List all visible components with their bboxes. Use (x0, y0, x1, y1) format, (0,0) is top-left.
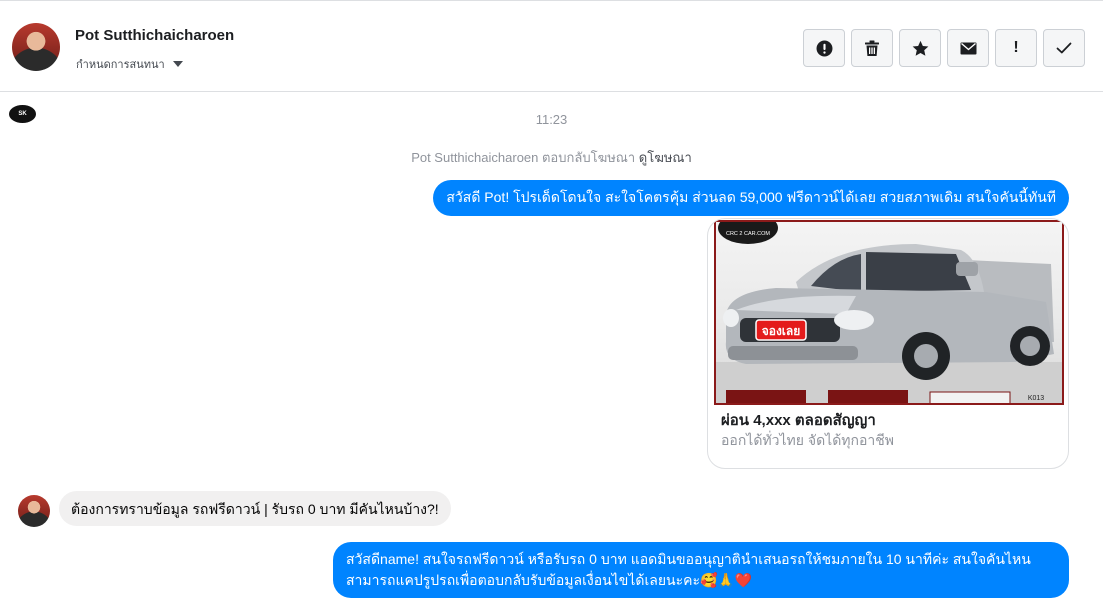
outgoing-message[interactable]: สวัสดี Pot! โปรเด็ดโดนใจ สะใจโคตรคุ้ม ส่… (433, 180, 1069, 216)
ad-car-image[interactable]: CRC 2 CAR.COM จองเลย K013 (714, 220, 1064, 405)
ad-preview-card[interactable]: CRC 2 CAR.COM จองเลย K013 ผ่อน 4,xxx ตลอ… (707, 218, 1069, 469)
contact-avatar[interactable] (12, 23, 60, 71)
mark-spam-button[interactable] (803, 29, 845, 67)
conversation-header: Pot Sutthichaicharoen กำหนดการสนทนา ! (0, 1, 1103, 92)
conversation-label-dropdown[interactable]: กำหนดการสนทนา (76, 55, 183, 73)
ad-subtitle: ออกได้ทั่วไทย จัดได้ทุกอาชีพ (721, 432, 895, 448)
check-icon (1056, 42, 1072, 54)
alert-circle-icon (816, 40, 832, 56)
conversation-toolbar: ! (803, 29, 1085, 67)
envelope-icon (960, 42, 976, 54)
star-icon (912, 40, 928, 56)
view-ad-link[interactable]: ดูโฆษณา (639, 150, 692, 165)
incoming-message[interactable]: ต้องการทราบข้อมูล รถฟรีดาวน์ | รับรถ 0 บ… (59, 491, 451, 526)
message-thread[interactable]: SK 11:23 Pot Sutthichaicharoen ตอบกลับโฆ… (0, 93, 1103, 604)
ad-title[interactable]: ผ่อน 4,xxx ตลอดสัญญา (721, 408, 876, 432)
ad-logo-text: CRC 2 CAR.COM (726, 231, 770, 237)
outgoing-message[interactable]: สวัสดีname! สนใจรถฟรีดาวน์ หรือรับรถ 0 บ… (333, 542, 1069, 598)
follow-up-button[interactable]: ! (995, 29, 1037, 67)
pickup-truck-illustration: CRC 2 CAR.COM จองเลย K013 (716, 222, 1062, 403)
conversation-label-text: กำหนดการสนทนา (76, 59, 165, 71)
mark-done-button[interactable] (1043, 29, 1085, 67)
message-timestamp: 11:23 (535, 112, 568, 127)
star-button[interactable] (899, 29, 941, 67)
caret-down-icon (172, 61, 183, 67)
mark-unread-button[interactable] (947, 29, 989, 67)
trash-icon (865, 40, 879, 56)
ad-badge-text: จองเลย (762, 324, 801, 338)
exclamation-icon: ! (1013, 39, 1019, 56)
contact-name[interactable]: Pot Sutthichaicharoen (75, 27, 234, 44)
contact-avatar-small[interactable] (18, 495, 50, 527)
ad-plate-code: K013 (1028, 395, 1044, 402)
delete-button[interactable] (851, 29, 893, 67)
inbox-conversation-view: Pot Sutthichaicharoen กำหนดการสนทนา ! SK… (0, 0, 1103, 604)
ad-reply-note: Pot Sutthichaicharoen ตอบกลับโฆษณา ดูโฆษ… (0, 147, 1103, 168)
ad-reply-text: Pot Sutthichaicharoen ตอบกลับโฆษณา (411, 150, 636, 165)
